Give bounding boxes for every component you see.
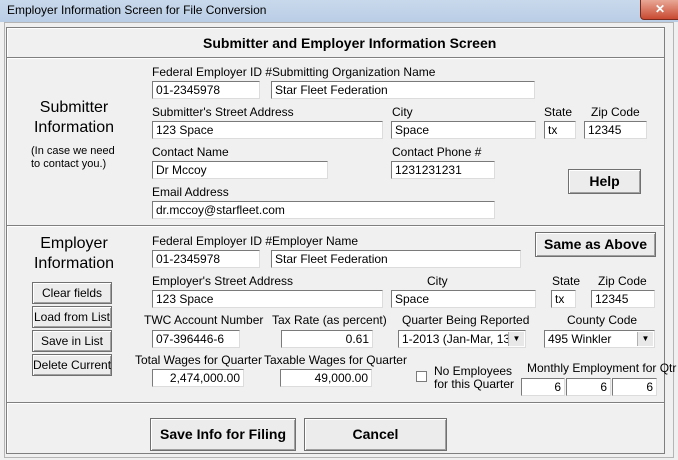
main-panel: Submitter and Employer Information Scree… [6,27,676,454]
contact-phone-label: Contact Phone # [392,145,482,159]
email-label: Email Address [152,185,229,199]
same-as-above-button[interactable]: Same as Above [535,232,656,257]
county-value: 495 Winkler [548,332,612,346]
taxable-wages-input[interactable]: 49,000.00 [280,369,372,387]
submitter-city-label: City [392,105,413,119]
employer-city-label: City [427,274,448,288]
quarter-select[interactable]: 1-2013 (Jan-Mar, 13) ▼ [398,330,526,348]
month-3-input[interactable]: 6 [612,378,657,396]
save-in-list-button[interactable]: Save in List [32,330,112,352]
no-employees-checkbox[interactable] [416,371,427,382]
footer-divider [7,402,664,404]
submitter-zip-input[interactable]: 12345 [584,121,647,139]
county-label: County Code [567,313,638,327]
submitter-zip-label: Zip Code [591,105,640,119]
delete-current-button[interactable]: Delete Current [32,354,112,376]
submitter-note: (In case we need to contact you.) [31,145,115,170]
employer-fein-input[interactable]: 01-2345978 [152,250,260,268]
taxable-wages-label: Taxable Wages for Quarter [264,353,407,367]
employer-name-input[interactable]: Star Fleet Federation [271,250,521,268]
submitter-fein-input[interactable]: 01-2345978 [152,81,260,99]
employer-name-label: Employer Name [272,234,359,248]
help-button[interactable]: Help [568,169,641,194]
employer-fein-label: Federal Employer ID # [152,234,273,248]
employer-city-input[interactable]: Space [391,290,536,308]
contact-name-label: Contact Name [152,145,229,159]
cancel-button[interactable]: Cancel [304,418,447,451]
quarter-label: Quarter Being Reported [402,313,530,327]
monthly-employment-label: Monthly Employment for Qtr [527,361,677,375]
county-select[interactable]: 495 Winkler ▼ [544,330,655,348]
submitter-section-title: Submitter Information [33,99,115,136]
submitter-state-label: State [544,105,573,119]
chevron-down-icon[interactable]: ▼ [508,332,524,346]
submitter-fein-label: Federal Employer ID # [152,65,273,79]
employer-section-title: Employer Information [33,235,115,272]
employer-state-label: State [552,274,581,288]
submitter-state-input[interactable]: tx [544,121,576,139]
contact-phone-input[interactable]: 1231231231 [391,161,495,179]
month-1-input[interactable]: 6 [521,378,565,396]
twc-input[interactable]: 07-396446-6 [152,330,240,348]
clear-fields-button[interactable]: Clear fields [32,282,112,304]
header-divider [7,57,664,59]
submitter-street-input[interactable]: 123 Space [152,121,383,139]
chevron-down-icon[interactable]: ▼ [637,332,653,346]
employer-street-input[interactable]: 123 Space [152,290,383,308]
no-employees-label: No Employees for this Quarter [434,364,515,391]
close-button[interactable]: ✕ [640,0,678,20]
employer-zip-input[interactable]: 12345 [591,290,655,308]
total-wages-input[interactable]: 2,474,000.00 [152,369,244,387]
save-info-for-filing-button[interactable]: Save Info for Filing [150,418,296,451]
submitter-city-input[interactable]: Space [391,121,536,139]
employer-state-input[interactable]: tx [551,290,576,308]
title-bar: Employer Information Screen for File Con… [0,0,678,22]
twc-label: TWC Account Number [144,313,264,327]
quarter-value: 1-2013 (Jan-Mar, 13) [402,332,515,346]
window-title: Employer Information Screen for File Con… [7,3,267,17]
month-2-input[interactable]: 6 [566,378,611,396]
tax-rate-input[interactable]: 0.61 [281,330,373,348]
employer-zip-label: Zip Code [598,274,647,288]
tax-rate-label: Tax Rate (as percent) [272,313,387,327]
submitter-street-label: Submitter's Street Address [152,105,294,119]
section-divider [7,225,664,227]
email-input[interactable]: dr.mccoy@starfleet.com [152,201,495,219]
load-from-list-button[interactable]: Load from List [32,306,112,328]
contact-name-input[interactable]: Dr Mccoy [152,161,328,179]
page-title: Submitter and Employer Information Scree… [203,35,497,51]
employer-street-label: Employer's Street Address [152,274,294,288]
total-wages-label: Total Wages for Quarter [135,353,262,367]
submitter-org-label: Submitting Organization Name [272,65,436,79]
submitter-org-input[interactable]: Star Fleet Federation [271,81,535,99]
